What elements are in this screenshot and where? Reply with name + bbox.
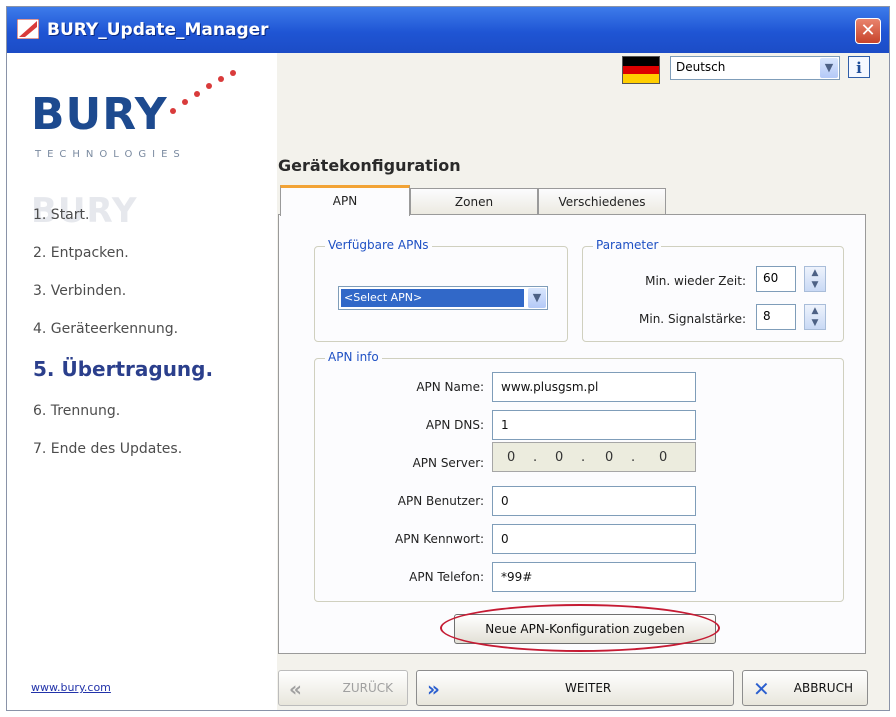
step-entpacken: 2. Entpacken. [33, 245, 129, 261]
ip-octet-4[interactable]: 0 [659, 450, 667, 465]
chevron-down-icon[interactable]: ▼ [820, 58, 838, 78]
section-title: Gerätekonfiguration [278, 156, 461, 175]
ip-dot: . [581, 450, 586, 465]
language-select[interactable]: Deutsch ▼ [670, 56, 840, 80]
apn-dns-label: APN DNS: [425, 418, 484, 432]
ip-dot: . [533, 450, 538, 465]
logo-subtitle: TECHNOLOGIES [35, 149, 186, 160]
apn-phone-label: APN Telefon: [409, 570, 484, 584]
min-wait-label: Min. wieder Zeit: [645, 274, 746, 288]
app-icon [17, 19, 39, 39]
apn-select-value: <Select APN> [341, 289, 524, 307]
logo-signal-icon [170, 70, 236, 114]
close-icon: ✕ [860, 20, 876, 41]
min-signal-stepper[interactable]: ▲ ▼ [804, 304, 826, 330]
highlight-annotation [440, 604, 720, 652]
apn-phone-input[interactable]: *99# [492, 562, 696, 592]
min-wait-stepper[interactable]: ▲ ▼ [804, 266, 826, 292]
apn-user-label: APN Benutzer: [397, 494, 484, 508]
available-apns-legend: Verfügbare APNs [325, 238, 432, 252]
apn-server-ip-input[interactable]: 0 . 0 . 0 . 0 [492, 442, 696, 472]
next-button-label: WEITER [565, 681, 612, 695]
info-icon: i [856, 59, 862, 77]
close-button[interactable]: ✕ [855, 18, 881, 44]
step-ende: 7. Ende des Updates. [33, 441, 183, 457]
sidebar: BURY TECHNOLOGIES BURY 1. Start. 2. Entp… [7, 53, 277, 710]
apn-password-label: APN Kennwort: [395, 532, 484, 546]
min-wait-input[interactable]: 60 [756, 266, 796, 292]
bury-logo: BURY TECHNOLOGIES [31, 70, 251, 169]
apn-password-input[interactable]: 0 [492, 524, 696, 554]
double-chevron-right-icon: » [427, 677, 440, 701]
apn-select[interactable]: <Select APN> ▼ [338, 286, 548, 310]
apn-server-label: APN Server: [412, 456, 484, 470]
chevron-down-icon[interactable]: ▼ [528, 288, 546, 308]
min-signal-label: Min. Signalstärke: [639, 312, 746, 326]
ip-dot: . [631, 450, 636, 465]
info-button[interactable]: i [848, 56, 870, 78]
cancel-x-icon: ✕ [753, 677, 770, 701]
back-button[interactable]: « ZURÜCK [278, 670, 408, 706]
parameter-legend: Parameter [593, 238, 662, 252]
ip-octet-2[interactable]: 0 [555, 450, 563, 465]
cancel-button[interactable]: ✕ ABBRUCH [742, 670, 868, 706]
tab-zonen[interactable]: Zonen [410, 188, 538, 214]
title-bar[interactable]: BURY_Update_Manager ✕ [7, 7, 889, 53]
apn-dns-input[interactable]: 1 [492, 410, 696, 440]
apn-user-input[interactable]: 0 [492, 486, 696, 516]
cancel-button-label: ABBRUCH [793, 681, 853, 695]
website-link[interactable]: www.bury.com [31, 681, 111, 694]
ip-octet-1[interactable]: 0 [507, 450, 515, 465]
step-uebertragung: 5. Übertragung. [33, 357, 214, 381]
step-trennung: 6. Trennung. [33, 403, 121, 419]
germany-flag-icon [622, 56, 660, 84]
back-button-label: ZURÜCK [342, 681, 393, 695]
apn-info-legend: APN info [325, 350, 382, 364]
language-value: Deutsch [676, 60, 726, 74]
window-title: BURY_Update_Manager [47, 20, 269, 40]
step-verbinden: 3. Verbinden. [33, 283, 127, 299]
apn-name-input[interactable]: www.plusgsm.pl [492, 372, 696, 402]
step-geraeteerkennung: 4. Geräteerkennung. [33, 321, 179, 337]
tab-apn[interactable]: APN [280, 185, 410, 216]
step-start: 1. Start. [33, 207, 90, 223]
min-signal-input[interactable]: 8 [756, 304, 796, 330]
next-button[interactable]: » WEITER [416, 670, 734, 706]
apn-name-label: APN Name: [416, 380, 484, 394]
ip-octet-3[interactable]: 0 [605, 450, 613, 465]
double-chevron-left-icon: « [289, 677, 302, 701]
tab-verschiedenes[interactable]: Verschiedenes [538, 188, 666, 214]
logo-text: BURY [31, 89, 168, 140]
